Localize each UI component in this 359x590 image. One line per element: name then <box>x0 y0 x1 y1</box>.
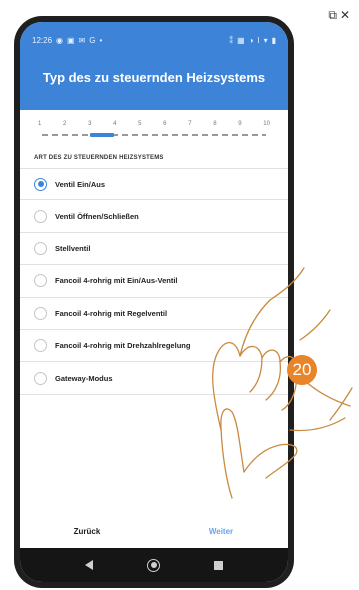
step-number: 1 <box>38 121 42 127</box>
stepper: 1 2 3 4 5 6 7 8 9 10 <box>32 121 276 145</box>
radio-button[interactable] <box>34 339 47 353</box>
circle-icon: ◑ <box>248 35 254 45</box>
radio-button[interactable] <box>34 306 47 320</box>
options-list: Ventil Ein/Aus Ventil Öffnen/Schließen Ste… <box>20 168 288 395</box>
option-label: Ventil Ein/Aus <box>55 179 106 189</box>
home-circle-icon[interactable] <box>147 558 160 572</box>
list-item[interactable]: Gateway-Modus <box>20 362 288 395</box>
photo-icon: ▣ <box>67 35 75 45</box>
phone-frame: 12:26 ◉ ▣ ✉ G • ⁑ ▦ ◑ ǀ ▾ ▮ Typ des zu s… <box>14 16 294 588</box>
status-time: 12:26 <box>32 35 53 45</box>
step-number: 8 <box>213 121 217 127</box>
list-item[interactable]: Fancoil 4-rohrig mit Ein/Aus-Ventil <box>20 265 288 298</box>
radio-button[interactable] <box>34 371 47 385</box>
radio-button[interactable] <box>34 177 47 191</box>
circle-icon: ◉ <box>56 35 64 45</box>
option-label: Ventil Öffnen/Schließen <box>55 211 139 221</box>
android-navbar <box>20 548 288 582</box>
next-button[interactable]: Weiter <box>154 520 288 544</box>
back-triangle-icon[interactable] <box>85 560 93 570</box>
wifi-icon: ▾ <box>263 35 268 45</box>
radio-button[interactable] <box>34 209 47 223</box>
step-numbers: 1 2 3 4 5 6 7 8 9 10 <box>32 121 276 127</box>
corner-icons: ⧉ ✕ <box>328 8 350 23</box>
g-icon: G <box>89 35 96 45</box>
app-header: 12:26 ◉ ▣ ✉ G • ⁑ ▦ ◑ ǀ ▾ ▮ Typ des zu s… <box>20 22 288 110</box>
phone-screen: 12:26 ◉ ▣ ✉ G • ⁑ ▦ ◑ ǀ ▾ ▮ Typ des zu s… <box>20 22 288 582</box>
option-label: Gateway-Modus <box>55 373 113 383</box>
list-item[interactable]: Ventil Öffnen/Schließen <box>20 200 288 233</box>
step-number: 5 <box>138 121 142 127</box>
list-item[interactable]: Ventil Ein/Aus <box>20 168 288 201</box>
step-number: 2 <box>63 121 67 127</box>
option-label: Fancoil 4-rohrig mit Drehzahlregelung <box>55 341 191 351</box>
footer-actions: Zurück Weiter <box>20 520 288 544</box>
step-number: 3 <box>88 121 92 127</box>
radio-button[interactable] <box>34 241 47 255</box>
radio-button[interactable] <box>34 274 47 288</box>
nfc-icon: ▦ <box>237 35 245 45</box>
step-number: 10 <box>263 121 270 127</box>
page-title: Typ des zu steuernden Heizsystems <box>42 70 266 85</box>
step-number: 6 <box>163 121 167 127</box>
option-label: Fancoil 4-rohrig mit Ein/Aus-Ventil <box>55 276 178 286</box>
list-item[interactable]: Fancoil 4-rohrig mit Drehzahlregelung <box>20 330 288 363</box>
close-icon[interactable]: ✕ <box>340 8 350 23</box>
section-label: ART DES ZU STEUERNDEN HEIZSYSTEMS <box>34 155 164 161</box>
back-button[interactable]: Zurück <box>20 520 154 544</box>
step-number: 4 <box>113 121 117 127</box>
recent-apps-icon[interactable] <box>214 560 223 570</box>
status-bar: 12:26 ◉ ▣ ✉ G • ⁑ ▦ ◑ ǀ ▾ ▮ <box>32 34 276 46</box>
step-badge: 20 <box>287 355 317 385</box>
dot-icon: • <box>99 35 103 45</box>
mail-icon: ✉ <box>78 35 86 45</box>
list-item[interactable]: Fancoil 4-rohrig mit Regelventil <box>20 298 288 330</box>
step-number: 7 <box>188 121 192 127</box>
signal-icon: ǀ <box>257 35 260 45</box>
vibrate-icon: ⁑ <box>229 35 234 45</box>
option-label: Fancoil 4-rohrig mit Regelventil <box>55 308 168 318</box>
list-item[interactable]: Stellventil <box>20 233 288 266</box>
battery-icon: ▮ <box>271 35 276 45</box>
stepper-active-indicator <box>90 133 114 137</box>
option-label: Stellventil <box>55 243 91 253</box>
external-link-icon[interactable]: ⧉ <box>328 8 337 23</box>
step-number: 9 <box>238 121 242 127</box>
stepper-track <box>42 134 266 136</box>
